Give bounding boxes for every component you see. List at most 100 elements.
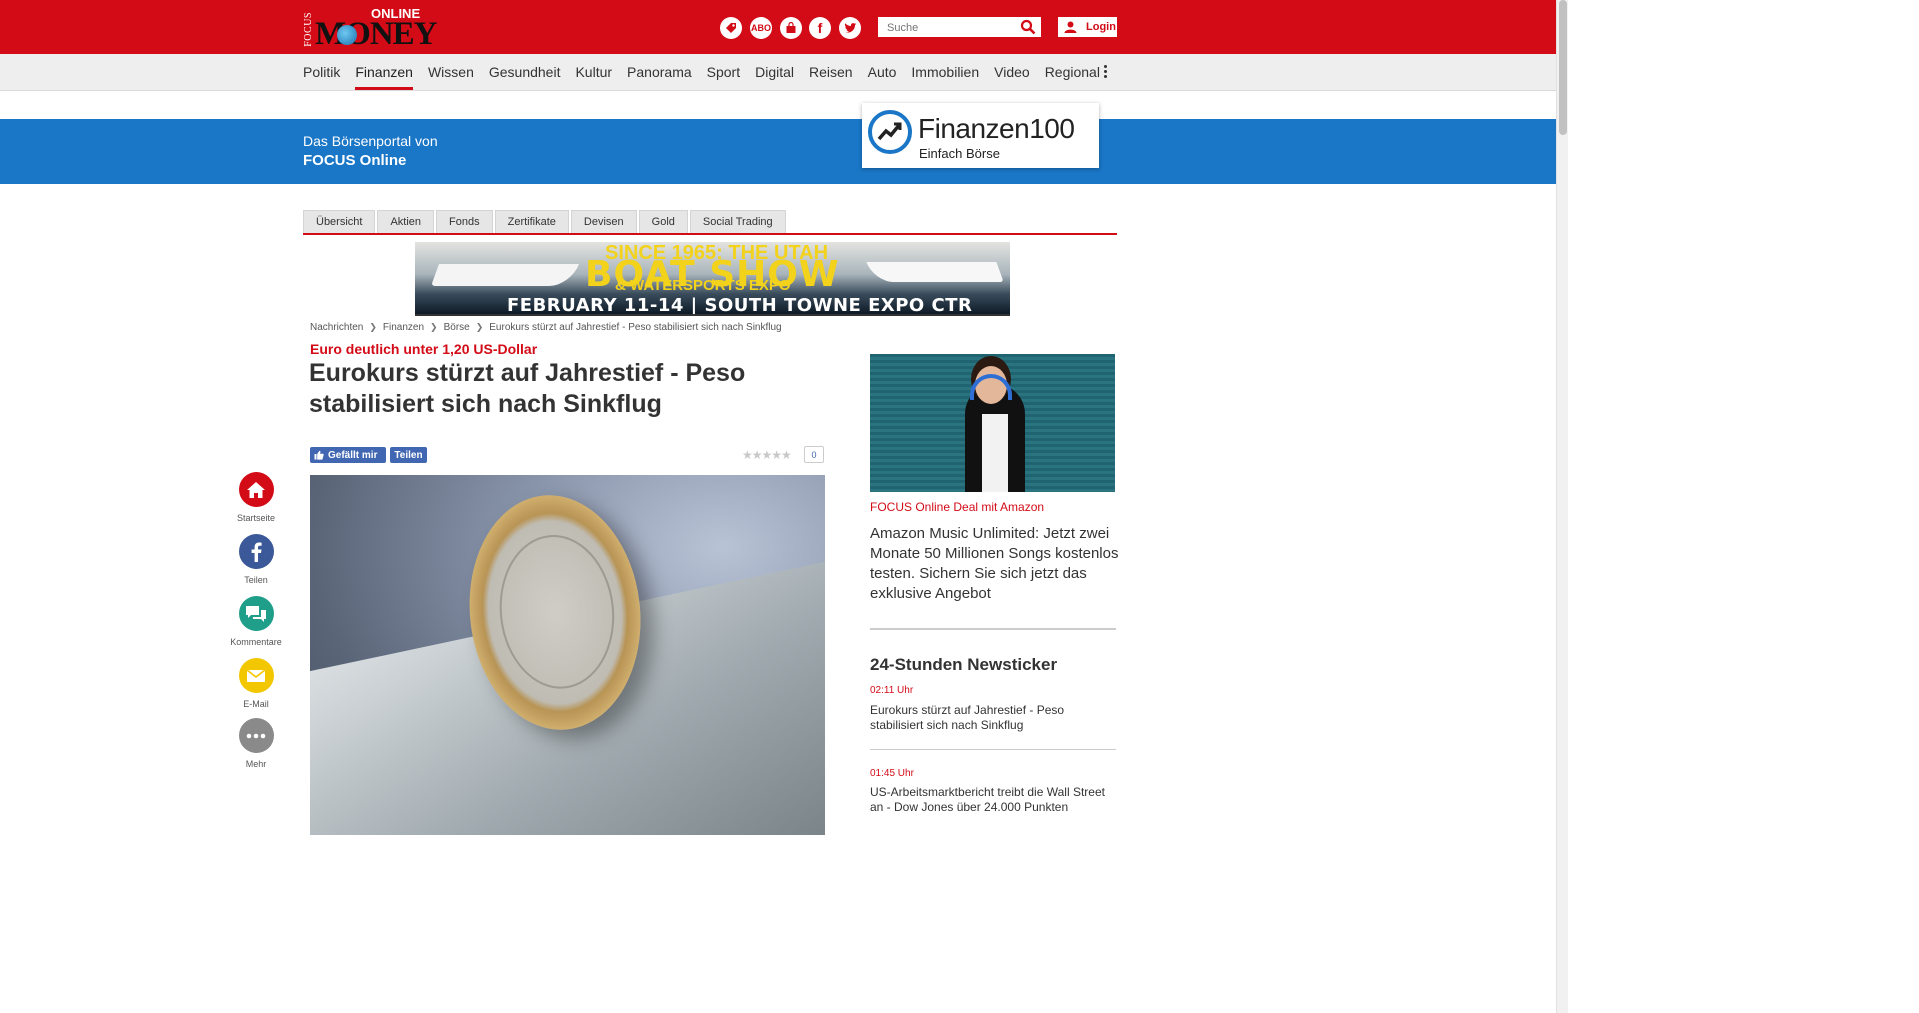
nav-item-regional[interactable]: Regional <box>1045 54 1100 91</box>
globe-icon <box>337 25 357 45</box>
like-label: Gefällt mir <box>328 449 378 461</box>
facebook-icon <box>238 534 274 569</box>
finance-subtabs: Übersicht Aktien Fonds Zertifikate Devisen Go… <box>303 210 1117 235</box>
promo-person-shirt <box>982 414 1008 492</box>
nav-item-kultur[interactable]: Kultur <box>575 54 612 91</box>
social-home-button[interactable]: Startseite <box>226 472 286 523</box>
promo-text[interactable]: Amazon Music Unlimited: Jetzt zwei Monat… <box>870 524 1120 604</box>
promo-source[interactable]: FOCUS Online Deal mit Amazon <box>870 500 1044 514</box>
user-icon <box>1064 21 1077 33</box>
search-input[interactable] <box>879 19 1019 37</box>
subtab-item[interactable]: Gold <box>638 210 688 233</box>
main-nav: Politik Finanzen Wissen Gesundheit Kultur Pan… <box>0 54 1556 91</box>
deals-icon[interactable] <box>720 17 742 39</box>
finanzen100-logo[interactable]: Finanzen100 Einfach Börse <box>862 103 1099 168</box>
ad-expo-text: & WATERSPORTS EXPO <box>615 277 791 294</box>
subtab-item[interactable]: Aktien <box>377 210 435 233</box>
breadcrumb: Nachrichten ❯ Finanzen ❯ Börse ❯ Eurokur… <box>310 322 782 333</box>
chevron-right-icon: ❯ <box>430 322 438 332</box>
breadcrumb-current: Eurokurs stürzt auf Jahrestief - Peso st… <box>489 322 782 333</box>
subtab-item[interactable]: Fonds <box>436 210 493 233</box>
breadcrumb-item[interactable]: Nachrichten <box>310 322 363 333</box>
rating-count: 0 <box>804 446 824 463</box>
ticker-time: 02:11 Uhr <box>870 685 914 696</box>
login-label: Login <box>1086 21 1116 33</box>
ad-boat-image-right <box>866 262 1004 282</box>
thumbs-up-icon <box>314 450 324 460</box>
social-comments-button[interactable]: Kommentare <box>226 596 286 647</box>
banner-line1: Das Börsenportal von <box>303 133 438 149</box>
comments-icon <box>238 596 274 631</box>
login-button[interactable]: Login <box>1058 17 1117 37</box>
chevron-right-icon: ❯ <box>475 322 484 332</box>
social-label: Startseite <box>236 513 276 523</box>
subtab-item[interactable]: Social Trading <box>689 210 786 233</box>
scrollbar[interactable] <box>1556 0 1568 1013</box>
article-headline: Eurokurs stürzt auf Jahrestief - Peso st… <box>309 359 746 418</box>
more-icon <box>238 718 274 753</box>
page: FOCUS MONEY ONLINE ABO f Login <box>0 0 1568 1013</box>
social-label: Kommentare <box>230 637 282 647</box>
nav-item-immobilien[interactable]: Immobilien <box>911 54 979 91</box>
social-email-button[interactable]: E-Mail <box>226 658 286 709</box>
mail-icon <box>238 658 274 693</box>
nav-item-politik[interactable]: Politik <box>303 54 340 91</box>
rating-stars[interactable]: ★★★★★ <box>742 448 792 462</box>
divider <box>870 628 1116 630</box>
boat-show-ad[interactable]: SINCE 1965: THE UTAH BOAT SHOW & WATERSP… <box>415 242 1010 316</box>
social-more-button[interactable]: Mehr <box>226 718 286 769</box>
nav-item-finanzen[interactable]: Finanzen <box>355 54 413 91</box>
ticker-item-link[interactable]: Eurokurs stürzt auf Jahrestief - Peso st… <box>870 703 1115 733</box>
share-label: Teilen <box>394 449 423 461</box>
nav-items: Politik Finanzen Wissen Gesundheit Kultur Pan… <box>303 54 1115 91</box>
shop-bag-icon[interactable] <box>780 17 802 39</box>
top-header: FOCUS MONEY ONLINE ABO f Login <box>0 0 1556 54</box>
twitter-icon[interactable] <box>839 17 861 39</box>
facebook-letter: f <box>817 20 823 36</box>
nav-item-digital[interactable]: Digital <box>755 54 794 91</box>
more-vertical-icon[interactable] <box>1100 65 1110 81</box>
logo-online-text: ONLINE <box>371 6 421 21</box>
search-icon[interactable] <box>1020 19 1036 35</box>
abo-icon-label: ABO <box>751 23 771 33</box>
scrollbar-thumb[interactable] <box>1559 0 1567 135</box>
boersenportal-banner: Das Börsenportal von FOCUS Online <box>0 119 1556 184</box>
subtab-item[interactable]: Zertifikate <box>494 210 569 233</box>
nav-item-wissen[interactable]: Wissen <box>428 54 474 91</box>
banner-line2: FOCUS Online <box>303 152 407 169</box>
nav-item-auto[interactable]: Auto <box>868 54 897 91</box>
finanzen100-tagline: Einfach Börse <box>919 146 1000 161</box>
ad-boat-image-left <box>430 264 580 286</box>
divider <box>870 749 1116 750</box>
nav-item-panorama[interactable]: Panorama <box>627 54 692 91</box>
newsticker-title: 24-Stunden Newsticker <box>870 655 1058 674</box>
logo-money-text: MONEY <box>315 16 437 52</box>
nav-item-reisen[interactable]: Reisen <box>809 54 853 91</box>
chart-trend-icon <box>868 110 912 154</box>
chevron-right-icon: ❯ <box>369 322 377 332</box>
amazon-music-promo-image[interactable] <box>870 354 1115 492</box>
facebook-icon[interactable]: f <box>809 17 831 39</box>
focus-money-logo[interactable]: FOCUS MONEY ONLINE <box>303 6 437 52</box>
subtab-item[interactable]: Übersicht <box>303 210 376 233</box>
subtab-item[interactable]: Devisen <box>570 210 637 233</box>
facebook-like-button[interactable]: Gefällt mir <box>310 447 386 463</box>
social-label: E-Mail <box>243 699 269 709</box>
nav-item-gesundheit[interactable]: Gesundheit <box>489 54 561 91</box>
breadcrumb-item[interactable]: Finanzen <box>383 322 424 333</box>
social-facebook-button[interactable]: Teilen <box>226 534 286 585</box>
abo-icon[interactable]: ABO <box>750 17 772 39</box>
ticker-item-link[interactable]: US-Arbeitsmarktbericht treibt die Wall S… <box>870 785 1115 815</box>
breadcrumb-item[interactable]: Börse <box>444 322 470 333</box>
ticker-time: 01:45 Uhr <box>870 768 914 779</box>
nav-item-sport[interactable]: Sport <box>707 54 740 91</box>
ad-date-text: FEBRUARY 11-14 | SOUTH TOWNE EXPO CTR <box>507 295 973 316</box>
article-image-euro-coin <box>310 475 825 835</box>
finanzen100-number: 100 <box>1029 113 1075 144</box>
finanzen100-name: Finanzen100 <box>918 113 1075 144</box>
home-icon <box>238 472 274 507</box>
facebook-share-button[interactable]: Teilen <box>390 447 427 463</box>
article-kicker: Euro deutlich unter 1,20 US-Dollar <box>310 341 538 357</box>
nav-item-video[interactable]: Video <box>994 54 1030 91</box>
logo-focus-text: FOCUS <box>303 12 314 47</box>
